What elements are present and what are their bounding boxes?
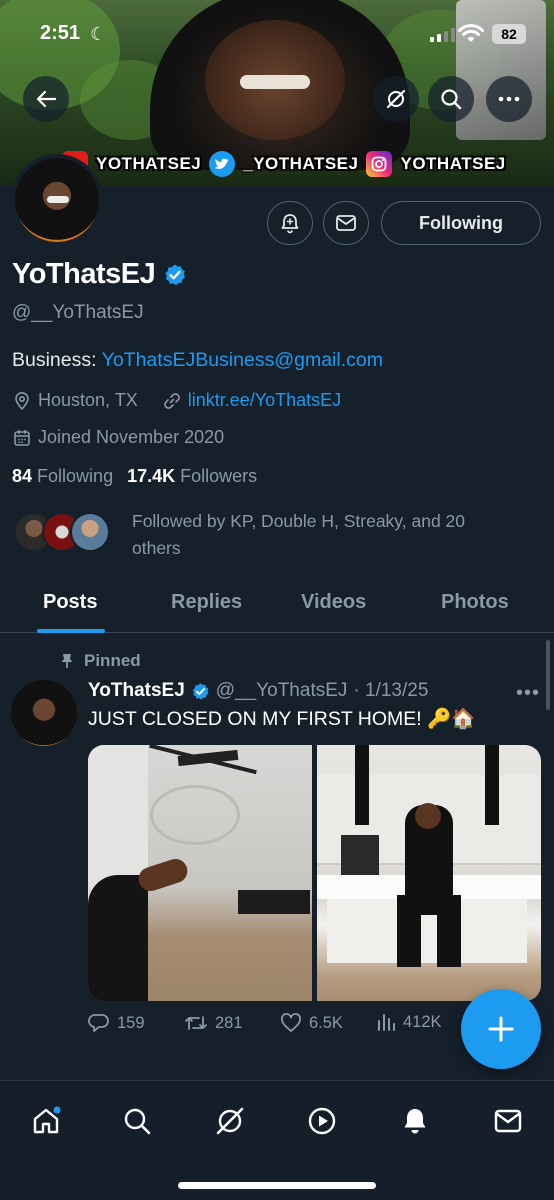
nav-home[interactable]: [26, 1101, 66, 1141]
location-pin-icon: [15, 391, 29, 410]
tweet-author-avatar[interactable]: [11, 680, 77, 746]
following-count-link[interactable]: 84 Following: [12, 466, 113, 487]
search-icon: [124, 1108, 151, 1135]
tweet-photo-living-room[interactable]: [88, 745, 312, 1001]
nav-video[interactable]: [302, 1101, 342, 1141]
signal-icon: [430, 28, 455, 42]
retweet-count: 281: [215, 1013, 243, 1032]
search-button[interactable]: [428, 76, 474, 122]
more-options-button[interactable]: [486, 76, 532, 122]
view-count: 412K: [403, 1012, 442, 1031]
battery-indicator: 82: [492, 24, 526, 44]
follow-counts: 84 Following 17.4K Followers: [12, 466, 257, 487]
bio-prefix: Business:: [12, 349, 102, 371]
retweet-icon: [185, 1016, 207, 1030]
arrow-left-icon: [36, 90, 57, 108]
reply-button[interactable]: 159: [88, 1012, 145, 1034]
followers-count-link[interactable]: 17.4K Followers: [127, 466, 257, 487]
banner-twitter-handle: _YOTHATSEJ: [243, 154, 359, 173]
grok-icon: [216, 1107, 244, 1135]
tweet-media[interactable]: [88, 745, 541, 1001]
grok-button[interactable]: [373, 76, 419, 122]
retweet-button[interactable]: 281: [184, 1012, 243, 1034]
pinned-label: Pinned: [84, 651, 141, 670]
tweet-date[interactable]: · 1/13/25: [353, 680, 428, 702]
nav-notifications[interactable]: [395, 1101, 435, 1141]
calendar-icon: [14, 429, 30, 446]
status-bar: 2:51 ☾ 82: [0, 18, 554, 52]
bio-email-link[interactable]: YoThatsEJBusiness@gmail.com: [102, 349, 383, 371]
moon-icon: ☾: [90, 24, 107, 44]
wifi-icon: [458, 24, 484, 49]
reply-count: 159: [117, 1013, 145, 1032]
tab-posts[interactable]: Posts: [43, 591, 97, 614]
plus-icon: [488, 1016, 514, 1042]
profile-handle: @__YoThatsEJ: [12, 302, 144, 323]
tab-photos[interactable]: Photos: [441, 591, 509, 614]
profile-avatar[interactable]: [11, 154, 103, 246]
search-icon: [441, 89, 462, 110]
tweet-more-button[interactable]: •••: [516, 682, 540, 705]
link-icon: [163, 392, 180, 409]
profile-joined-date: Joined November 2020: [38, 427, 225, 447]
profile-website-link[interactable]: linktr.ee/YoThatsEJ: [188, 390, 341, 411]
reply-icon: [88, 1014, 109, 1032]
banner-instagram-handle: YOTHATSEJ: [400, 154, 506, 173]
profile-bio: Business: YoThatsEJBusiness@gmail.com: [12, 349, 383, 372]
profile-name: YoThatsEJ: [12, 258, 156, 290]
like-count: 6.5K: [309, 1013, 343, 1032]
tweet-photo-kitchen[interactable]: [317, 745, 541, 1001]
heart-icon: [281, 1013, 301, 1032]
like-button[interactable]: 6.5K: [280, 1012, 343, 1034]
verified-badge-icon[interactable]: [163, 263, 187, 287]
profile-joined-row: Joined November 2020: [12, 427, 224, 448]
nav-search[interactable]: [117, 1101, 157, 1141]
home-indicator[interactable]: [178, 1182, 376, 1189]
bell-icon: [404, 1109, 426, 1134]
mail-icon: [336, 215, 356, 231]
instagram-icon: [366, 151, 393, 177]
followed-by-avatars[interactable]: [14, 512, 110, 552]
compose-post-button[interactable]: [461, 989, 541, 1069]
home-icon: [33, 1106, 61, 1134]
followed-by-text[interactable]: Followed by KP, Double H, Streaky, and 2…: [132, 508, 512, 562]
profile-meta-row: Houston, TX linktr.ee/YoThatsEJ: [12, 390, 341, 411]
back-button[interactable]: [23, 76, 69, 122]
active-tab-indicator: [37, 629, 105, 633]
bell-plus-icon: [281, 214, 299, 234]
following-button[interactable]: Following: [381, 201, 541, 245]
avatar: [70, 512, 110, 552]
verified-badge-icon: [192, 682, 209, 700]
views-button[interactable]: 412K: [376, 1012, 442, 1032]
banner-youtube-handle: YOTHATSEJ: [96, 154, 202, 173]
profile-name-row: YoThatsEJ: [12, 258, 187, 291]
nav-grok[interactable]: [210, 1101, 250, 1141]
tweet-header: YoThatsEJ @__YoThatsEJ · 1/13/25: [88, 680, 428, 702]
tab-replies[interactable]: Replies: [171, 591, 242, 614]
profile-tabs: Posts Replies Videos Photos: [0, 575, 554, 633]
tweet-author-name[interactable]: YoThatsEJ: [88, 680, 185, 702]
play-icon: [308, 1107, 336, 1135]
scrollbar[interactable]: [546, 640, 550, 710]
message-button[interactable]: [323, 201, 369, 245]
status-time: 2:51: [40, 22, 81, 44]
mail-icon: [494, 1109, 522, 1133]
grok-icon: [386, 89, 406, 109]
nav-messages[interactable]: [488, 1101, 528, 1141]
views-icon: [378, 1014, 395, 1031]
ellipsis-icon: [498, 96, 520, 102]
pin-icon: [61, 654, 73, 668]
banner-social-strip: YOTHATSEJ _YOTHATSEJ YOTHATSEJ: [62, 146, 554, 182]
pinned-indicator: Pinned: [60, 651, 141, 671]
tweet-author-handle[interactable]: @__YoThatsEJ: [216, 680, 348, 702]
tweet-text: JUST CLOSED ON MY FIRST HOME! 🔑🏠: [88, 708, 476, 730]
tab-videos[interactable]: Videos: [301, 591, 366, 614]
profile-location: Houston, TX: [38, 390, 138, 410]
notifications-button[interactable]: [267, 201, 313, 245]
twitter-icon: [209, 151, 236, 177]
